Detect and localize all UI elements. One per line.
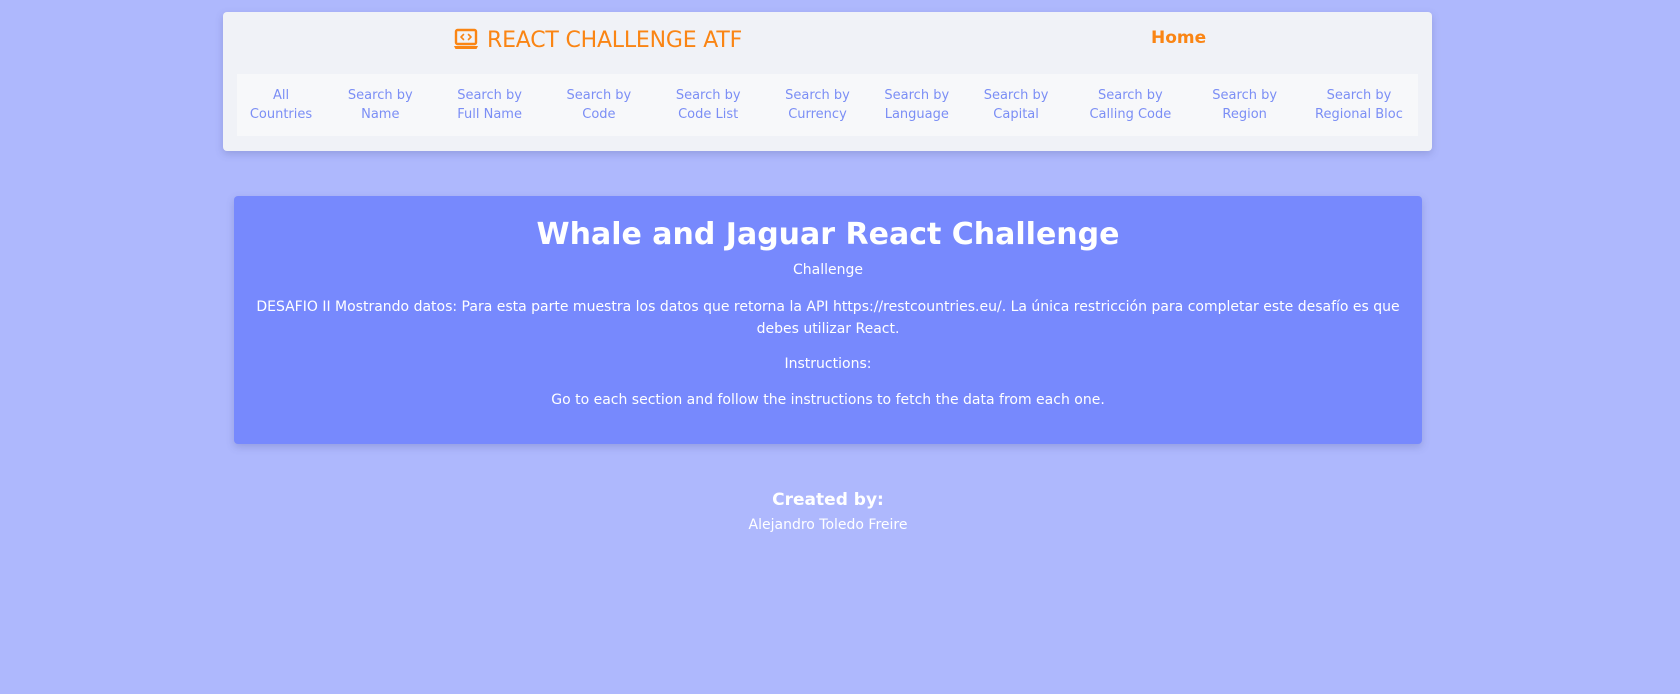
instructions-text: Go to each section and follow the instru… <box>551 392 1105 408</box>
card-subtitle: Challenge <box>793 262 863 278</box>
challenge-card: Whale and Jaguar React Challenge Challen… <box>234 196 1422 444</box>
instructions-label: Instructions: <box>784 356 872 372</box>
nav-item-search-by-regional-bloc[interactable]: Search by Regional Bloc <box>1305 86 1413 124</box>
nav-item-search-by-code-list[interactable]: Search by Code List <box>659 86 757 124</box>
nav-item-search-by-calling-code[interactable]: Search by Calling Code <box>1076 86 1184 124</box>
created-by-label: Created by: <box>772 490 884 510</box>
nav-item-search-by-language[interactable]: Search by Language <box>878 86 956 124</box>
nav-item-search-by-region[interactable]: Search by Region <box>1206 86 1284 124</box>
nav-item-search-by-full-name[interactable]: Search by Full Name <box>441 86 539 124</box>
brand-title: REACT CHALLENGE ATF <box>487 27 743 53</box>
laptop-code-icon <box>453 28 479 52</box>
nav-item-search-by-name[interactable]: Search by Name <box>341 86 419 124</box>
author-name: Alejandro Toledo Freire <box>748 517 908 533</box>
page-title: Whale and Jaguar React Challenge <box>536 217 1120 252</box>
nav-bar: All Countries Search by Name Search by F… <box>237 74 1418 136</box>
nav-item-search-by-code[interactable]: Search by Code <box>560 86 638 124</box>
brand[interactable]: REACT CHALLENGE ATF <box>453 26 742 54</box>
home-link[interactable]: Home <box>1151 28 1206 48</box>
footer: Created by: Alejandro Toledo Freire <box>0 488 1656 536</box>
challenge-description: DESAFIO II Mostrando datos: Para esta pa… <box>256 299 1400 337</box>
nav-item-search-by-capital[interactable]: Search by Capital <box>977 86 1055 124</box>
nav-item-all-countries[interactable]: All Countries <box>242 86 320 124</box>
top-header: REACT CHALLENGE ATF Home All Countries S… <box>223 12 1432 151</box>
nav-item-search-by-currency[interactable]: Search by Currency <box>778 86 856 124</box>
